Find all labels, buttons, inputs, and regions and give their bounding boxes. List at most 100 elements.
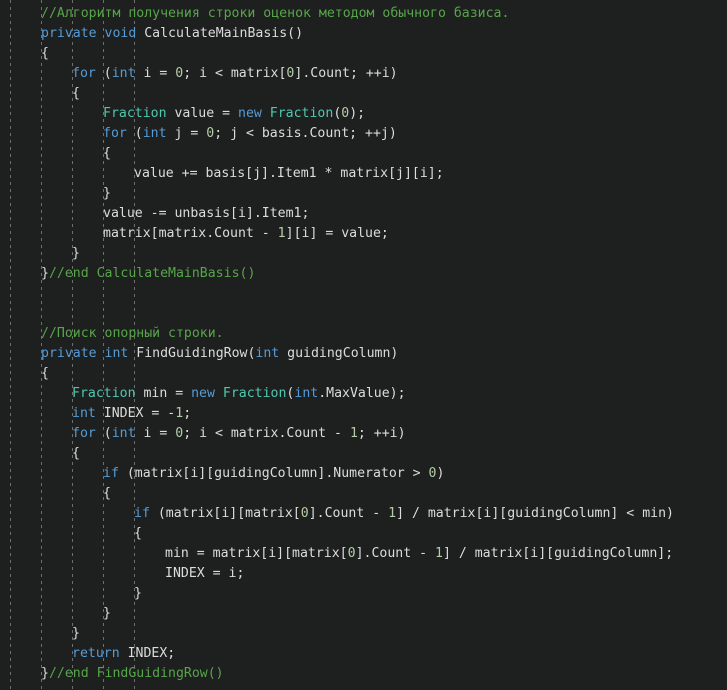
token-pun: );: [349, 106, 366, 121]
token-pun: }: [103, 186, 111, 201]
code-line[interactable]: if (matrix[i][guidingColumn].Numerator >…: [0, 464, 727, 484]
token-pln: min = matrix[i][matrix[: [165, 546, 348, 561]
token-kw: int: [255, 346, 280, 361]
token-pln: ; i < matrix.Count -: [183, 426, 350, 441]
token-pun: {: [41, 366, 49, 381]
token-num: 0: [175, 426, 184, 441]
token-pln: [215, 386, 223, 401]
token-pln: value -= unbasis[i].Item1;: [103, 206, 310, 221]
code-line[interactable]: }: [0, 244, 727, 264]
token-kw: for: [72, 66, 96, 81]
token-kw: private: [41, 346, 97, 361]
code-line[interactable]: {: [0, 144, 727, 164]
token-pln: matrix[matrix.Count -: [103, 226, 278, 241]
token-typ: Fraction: [103, 106, 167, 121]
code-line[interactable]: for (int i = 0; i < matrix[0].Count; ++i…: [0, 64, 727, 84]
token-pun: ;: [183, 406, 192, 421]
token-pun: {: [134, 526, 142, 541]
code-line[interactable]: Fraction value = new Fraction(0);: [0, 104, 727, 124]
token-pln: [262, 106, 270, 121]
token-pun: }: [41, 266, 49, 281]
code-line[interactable]: }: [0, 604, 727, 624]
token-num: 1: [434, 546, 443, 561]
token-num: 0: [428, 466, 437, 481]
code-line[interactable]: Fraction min = new Fraction(int.MaxValue…: [0, 384, 727, 404]
token-cmt: //end CalculateMainBasis(): [48, 266, 256, 281]
token-pun: }: [72, 246, 80, 261]
code-line[interactable]: value -= unbasis[i].Item1;: [0, 204, 727, 224]
token-num: 1: [277, 226, 286, 241]
token-kw: int: [72, 406, 96, 421]
code-line[interactable]: //Поиск опорный строки.: [0, 324, 727, 344]
token-cmt: //end FindGuidingRow(): [48, 666, 224, 681]
token-num: 0: [206, 126, 215, 141]
code-line[interactable]: return INDEX;: [0, 644, 727, 664]
token-pln: ; j < basis.Count; ++j): [214, 126, 397, 141]
code-line[interactable]: min = matrix[i][matrix[0].Count - 1] / m…: [0, 544, 727, 564]
token-pln: (matrix[i][guidingColumn].Numerator >: [118, 466, 429, 481]
code-line[interactable]: }//end FindGuidingRow(): [0, 664, 727, 684]
token-kw: new: [191, 386, 215, 401]
code-line[interactable]: {: [0, 84, 727, 104]
token-num: 1: [175, 406, 184, 421]
code-text-area[interactable]: //Алгоритм получения строки оценок метод…: [0, 4, 727, 684]
token-num: 0: [300, 506, 309, 521]
token-kw: for: [72, 426, 96, 441]
token-pln: j =: [166, 126, 207, 141]
token-pun: (: [95, 426, 112, 441]
token-kw: int: [104, 346, 129, 361]
token-pln: ] / matrix[i][guidingColumn] < min): [396, 506, 674, 521]
code-line[interactable]: }: [0, 584, 727, 604]
code-line[interactable]: int INDEX = -1;: [0, 404, 727, 424]
code-line[interactable]: matrix[matrix.Count - 1][i] = value;: [0, 224, 727, 244]
code-line[interactable]: [0, 284, 727, 304]
token-pun: {: [103, 146, 111, 161]
token-kw: for: [103, 126, 127, 141]
token-typ: Fraction: [72, 386, 136, 401]
code-line[interactable]: {: [0, 364, 727, 384]
code-editor[interactable]: //Алгоритм получения строки оценок метод…: [0, 0, 727, 690]
token-pln: value =: [166, 106, 238, 121]
token-pun: {: [72, 86, 80, 101]
token-pln: .MaxValue);: [318, 386, 406, 401]
token-pun: (: [95, 66, 112, 81]
token-kw: if: [134, 506, 150, 521]
token-pun: }: [103, 606, 111, 621]
token-cmt: //Алгоритм получения строки оценок метод…: [41, 6, 510, 21]
code-line[interactable]: for (int i = 0; i < matrix.Count - 1; ++…: [0, 424, 727, 444]
token-pln: [97, 346, 105, 361]
token-pln: ].Count -: [308, 506, 389, 521]
code-line[interactable]: {: [0, 444, 727, 464]
code-line[interactable]: if (matrix[i][matrix[0].Count - 1] / mat…: [0, 504, 727, 524]
code-line[interactable]: }: [0, 184, 727, 204]
token-pln: guidingColumn): [279, 346, 399, 361]
code-line[interactable]: //Алгоритм получения строки оценок метод…: [0, 4, 727, 24]
code-line[interactable]: INDEX = i;: [0, 564, 727, 584]
code-line[interactable]: {: [0, 44, 727, 64]
token-pun: }: [41, 666, 49, 681]
token-kw: int: [294, 386, 319, 401]
code-line[interactable]: {: [0, 524, 727, 544]
token-typ: Fraction: [222, 386, 287, 401]
token-kw: return: [72, 646, 120, 661]
token-kw: int: [111, 426, 136, 441]
token-pun: {: [72, 446, 80, 461]
token-pln: [97, 26, 105, 41]
token-pln: value += basis[j].Item1 * matrix[j][i];: [134, 166, 444, 181]
code-line[interactable]: {: [0, 484, 727, 504]
code-line[interactable]: value += basis[j].Item1 * matrix[j][i];: [0, 164, 727, 184]
token-pln: (matrix[i][matrix[: [149, 506, 301, 521]
token-pln: i =: [135, 426, 176, 441]
code-line[interactable]: private int FindGuidingRow(int guidingCo…: [0, 344, 727, 364]
code-line[interactable]: }//end CalculateMainBasis(): [0, 264, 727, 284]
token-pun: }: [134, 586, 142, 601]
code-line[interactable]: private void CalculateMainBasis(): [0, 24, 727, 44]
code-line[interactable]: for (int j = 0; j < basis.Count; ++j): [0, 124, 727, 144]
token-pun: (: [126, 126, 143, 141]
code-line[interactable]: [0, 304, 727, 324]
code-line[interactable]: }: [0, 624, 727, 644]
token-pln: ].Count -: [355, 546, 435, 561]
token-num: 0: [347, 546, 356, 561]
token-pln: ].Count; ++i): [294, 66, 398, 81]
token-pln: i =: [135, 66, 176, 81]
